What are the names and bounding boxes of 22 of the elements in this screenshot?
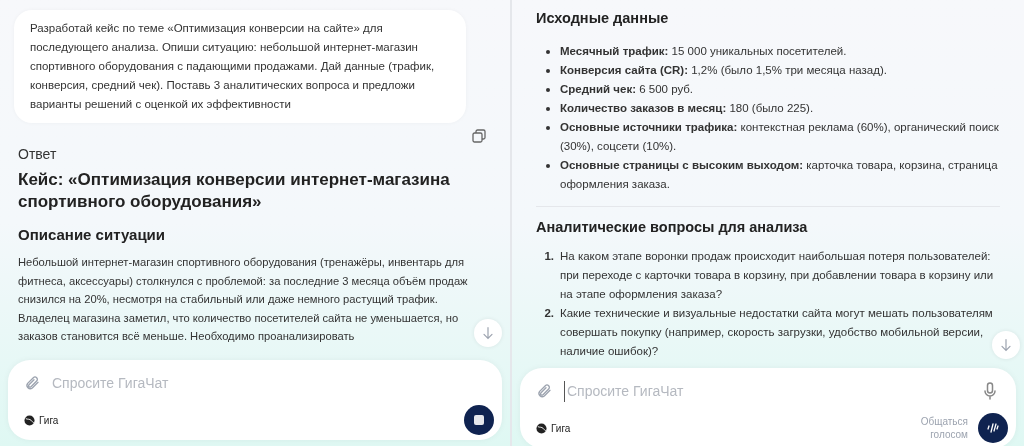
model-selector[interactable]: Гига — [24, 412, 59, 428]
user-message: Разработай кейс по теме «Оптимизация конверсии на сайте» для последующего анализа. Опиши ситуацию: небольшой интернет-магазин спортивного оборудования с падающими продажами. Дай данные (трафик, конверсия, средний чек). Поставь 3 аналитических вопроса и предложи варианты решений с оценкой их эффективности — [14, 10, 466, 123]
message-input[interactable]: Спросите ГигаЧат — [564, 380, 972, 402]
data-item: Основные источники трафика: контекстная реклама (60%), органический поиск (30%), соцсети (10%). — [560, 119, 1000, 154]
answer-title: Кейс: «Оптимизация конверсии интернет-магазина спортивного оборудования» — [18, 169, 451, 213]
voice-label: Общаться голосом — [919, 415, 968, 441]
answer-label: Ответ — [18, 145, 58, 163]
data-item: Средний чек: 6 500 руб. — [560, 81, 695, 97]
section-heading: Исходные данные — [536, 9, 670, 28]
question-text: На каком этапе воронки продаж происходит наибольшая потеря пользователей: при переходе с карточки товара в корзину, при добавлении товара в корзину или на этапе оформления заказа? — [560, 248, 995, 302]
model-selector[interactable]: Гига — [536, 420, 571, 436]
data-item: Основные страницы с высоким выходом: карточка товара, корзина, страница оформления заказа. — [560, 157, 999, 192]
data-item: Конверсия сайта (CR): 1,2% (было 1,5% три месяца назад). — [560, 62, 888, 78]
situation-paragraph: Небольшой интернет-магазин спортивного оборудования (тренажёры, инвентарь для фитнеса, аксессуары) столкнулся с проблемой: за последние 3 месяца объём продаж снизился на 20%, несмотря на стабильный или даже немного растущий трафик. Владелец магазина заметил, что количество посетителей сайта не уменьшается, но заказов становится всё меньше. Необходимо проанализировать — [18, 255, 469, 344]
question-text: Какие технические и визуальные недостатки сайта могут мешать пользователям совершать покупку (например, скорость загрузки, удобство мобильной версии, наличие ошибок)? — [560, 305, 994, 359]
section-heading: Описание ситуации — [18, 225, 167, 245]
list-number: 1. — [543, 248, 555, 264]
message-input[interactable]: Спросите ГигаЧат — [52, 372, 486, 394]
list-number: 2. — [543, 305, 555, 321]
data-item: Месячный трафик: 15 000 уникальных посетителей. — [560, 43, 848, 59]
section-heading: Аналитические вопросы для анализа — [536, 217, 809, 237]
data-item: Количество заказов в месяц: 180 (было 225). — [560, 100, 815, 116]
